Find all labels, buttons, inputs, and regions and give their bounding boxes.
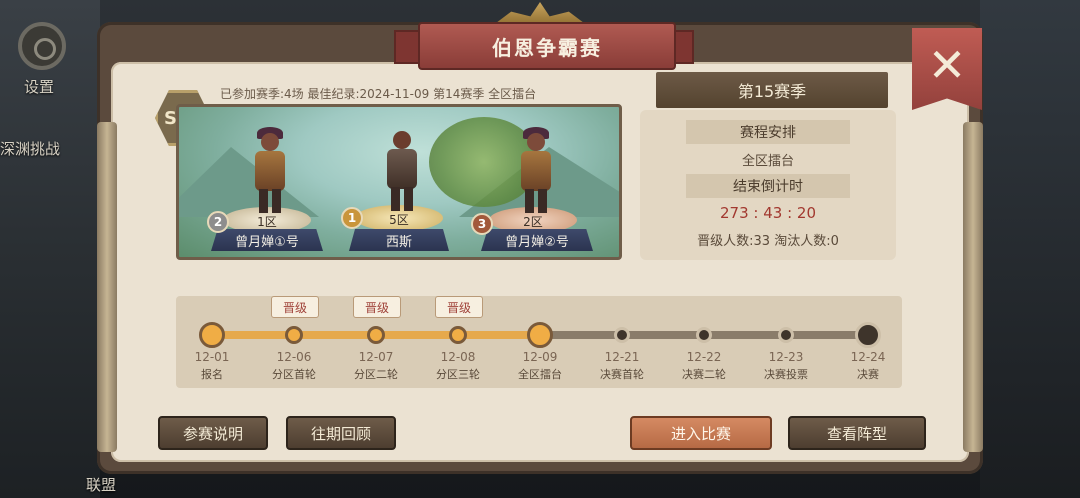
name-plate-second: 曾月婵①号 bbox=[211, 229, 323, 251]
timeline-stage: 决赛二轮 bbox=[682, 368, 726, 381]
timeline-date: 12-06 bbox=[276, 350, 312, 364]
season-title: 第15赛季 bbox=[656, 72, 888, 108]
background-right bbox=[980, 0, 1080, 498]
timeline-stage: 分区首轮 bbox=[272, 368, 316, 381]
timeline-stage: 分区三轮 bbox=[436, 368, 480, 381]
season-info-box: 赛程安排 全区擂台 结束倒计时 273 : 43 : 20 晋级人数:33 淘汰… bbox=[640, 110, 896, 260]
hero-second[interactable] bbox=[249, 127, 289, 213]
timeline-stage: 分区二轮 bbox=[354, 368, 398, 381]
record-line: 已参加赛季:4场 最佳纪录:2024-11-09 第14赛季 全区擂台 bbox=[220, 87, 537, 101]
promotion-tag: 晋级 bbox=[435, 296, 483, 318]
timeline-node bbox=[855, 322, 881, 348]
close-icon[interactable]: ✕ bbox=[928, 28, 967, 102]
enter-match-button[interactable]: 进入比赛 bbox=[630, 416, 772, 450]
timeline-node bbox=[614, 327, 630, 343]
rank-medal-second: 2 bbox=[207, 211, 229, 233]
zone-label-third: 2区 bbox=[523, 215, 543, 229]
promotion-counts: 晋级人数:33 淘汰人数:0 bbox=[697, 234, 839, 249]
name-plate-third: 曾月婵②号 bbox=[481, 229, 593, 251]
schedule-timeline: 12-01 报名 12-06 分区首轮 晋级 12-07 分区二轮 晋级 12-08 分区三轮 晋级… bbox=[176, 296, 902, 388]
zone-label-second: 1区 bbox=[257, 215, 277, 229]
page-title: 伯恩争霸赛 bbox=[418, 22, 676, 70]
alliance-label[interactable]: 联盟 bbox=[86, 474, 116, 495]
podium-scene: 1区 5区 2区 曾月婵①号 西斯 曾月婵②号 2 1 3 bbox=[176, 104, 622, 260]
close-button[interactable]: ✕ bbox=[912, 28, 982, 110]
timeline-stage: 报名 bbox=[201, 368, 223, 381]
timeline-stage: 全区擂台 bbox=[518, 368, 562, 381]
timeline-date: 12-24 bbox=[850, 350, 886, 364]
mountain-shape bbox=[179, 147, 319, 217]
timeline-date: 12-21 bbox=[604, 350, 640, 364]
timeline-node bbox=[199, 322, 225, 348]
timeline-node bbox=[696, 327, 712, 343]
timeline-stage: 决赛投票 bbox=[764, 368, 808, 381]
rank-medal-third: 3 bbox=[471, 213, 493, 235]
view-lineup-button[interactable]: 查看阵型 bbox=[788, 416, 926, 450]
rank-medal-first: 1 bbox=[341, 207, 363, 229]
countdown-value: 273 : 43 : 20 bbox=[720, 204, 816, 222]
zone-label-first: 5区 bbox=[389, 213, 409, 227]
pillar-right bbox=[963, 122, 983, 452]
schedule-value: 全区擂台 bbox=[741, 154, 794, 169]
abyss-label[interactable]: 深渊挑战 bbox=[0, 138, 60, 159]
timeline-node bbox=[285, 326, 303, 344]
settings-label[interactable]: 设置 bbox=[24, 76, 54, 97]
history-button[interactable]: 往期回顾 bbox=[286, 416, 396, 450]
timeline-date: 12-09 bbox=[522, 350, 558, 364]
timeline-date: 12-07 bbox=[358, 350, 394, 364]
timeline-node bbox=[778, 327, 794, 343]
timeline-date: 12-01 bbox=[194, 350, 230, 364]
timeline-node bbox=[527, 322, 553, 348]
timeline-date: 12-23 bbox=[768, 350, 804, 364]
promotion-tag: 晋级 bbox=[271, 296, 319, 318]
settings-gear-icon[interactable] bbox=[18, 22, 66, 70]
timeline-date: 12-08 bbox=[440, 350, 476, 364]
countdown-title: 结束倒计时 bbox=[686, 174, 850, 198]
hero-third[interactable] bbox=[515, 127, 555, 213]
timeline-node bbox=[449, 326, 467, 344]
promotion-tag: 晋级 bbox=[353, 296, 401, 318]
rules-button[interactable]: 参赛说明 bbox=[158, 416, 268, 450]
pillar-left bbox=[97, 122, 117, 452]
timeline-date: 12-22 bbox=[686, 350, 722, 364]
name-plate-first: 西斯 bbox=[349, 229, 449, 251]
timeline-stage: 决赛首轮 bbox=[600, 368, 644, 381]
schedule-title: 赛程安排 bbox=[686, 120, 850, 144]
timeline-node bbox=[367, 326, 385, 344]
timeline-stage: 决赛 bbox=[857, 368, 879, 381]
background-left bbox=[0, 0, 100, 498]
hero-first[interactable] bbox=[381, 131, 421, 211]
